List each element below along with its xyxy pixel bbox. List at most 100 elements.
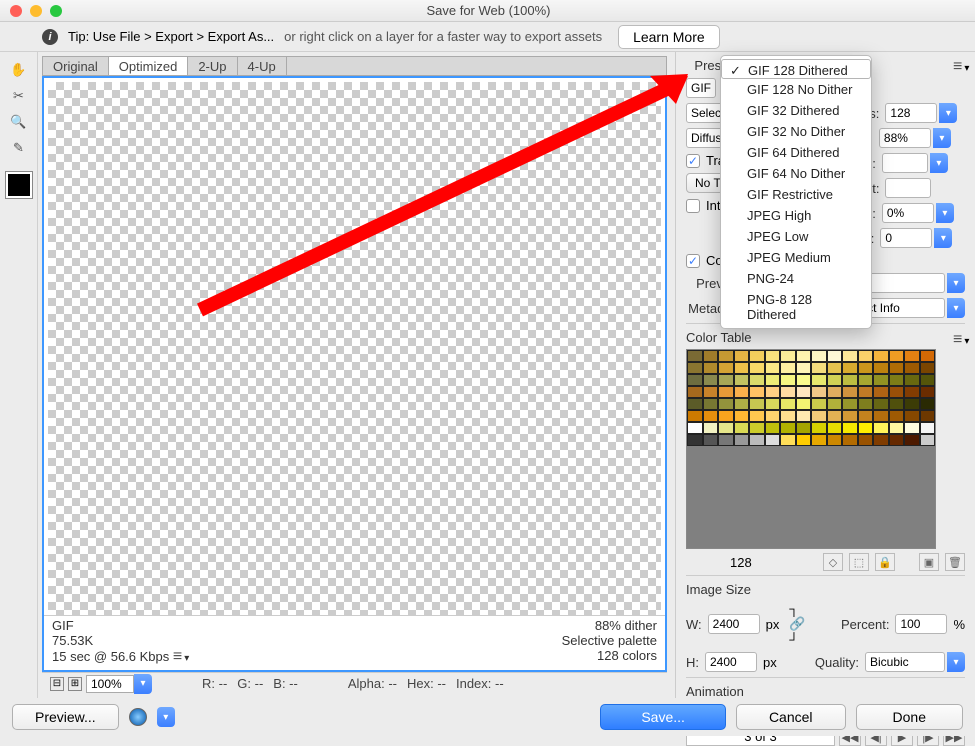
color-swatch[interactable] bbox=[780, 410, 796, 422]
color-swatch[interactable] bbox=[703, 422, 719, 434]
color-swatch[interactable] bbox=[904, 410, 920, 422]
colors-field[interactable] bbox=[885, 103, 937, 123]
color-swatch[interactable] bbox=[718, 350, 734, 362]
color-swatch[interactable] bbox=[796, 434, 812, 446]
color-swatch[interactable] bbox=[920, 374, 936, 386]
color-swatch[interactable] bbox=[734, 410, 750, 422]
color-swatch[interactable] bbox=[687, 386, 703, 398]
color-swatch[interactable] bbox=[734, 386, 750, 398]
color-swatch[interactable] bbox=[765, 434, 781, 446]
color-swatch[interactable] bbox=[827, 350, 843, 362]
preset-option[interactable]: GIF Restrictive bbox=[721, 184, 871, 205]
color-swatch[interactable] bbox=[858, 398, 874, 410]
color-swatch[interactable] bbox=[842, 350, 858, 362]
color-swatch[interactable] bbox=[687, 398, 703, 410]
cancel-button[interactable]: Cancel bbox=[736, 704, 846, 730]
color-swatch[interactable] bbox=[920, 350, 936, 362]
transparency-checkbox[interactable] bbox=[686, 154, 700, 168]
zoom-field[interactable]: 100% bbox=[86, 675, 134, 693]
color-swatch[interactable] bbox=[703, 350, 719, 362]
color-swatch[interactable] bbox=[827, 374, 843, 386]
preset-option[interactable]: GIF 128 Dithered bbox=[721, 59, 871, 79]
color-swatch[interactable] bbox=[873, 374, 889, 386]
color-swatch[interactable] bbox=[889, 410, 905, 422]
color-swatch[interactable] bbox=[811, 362, 827, 374]
lossy-stepper[interactable]: ▾ bbox=[934, 228, 952, 248]
color-swatch[interactable] bbox=[920, 362, 936, 374]
color-swatch[interactable] bbox=[765, 422, 781, 434]
color-swatch[interactable] bbox=[749, 362, 765, 374]
color-swatch[interactable] bbox=[749, 434, 765, 446]
matte-dropdown[interactable]: ▾ bbox=[930, 153, 948, 173]
color-swatch[interactable] bbox=[858, 374, 874, 386]
color-swatch[interactable] bbox=[734, 434, 750, 446]
preset-option[interactable]: JPEG Medium bbox=[721, 247, 871, 268]
color-swatch[interactable] bbox=[780, 422, 796, 434]
color-swatch[interactable] bbox=[811, 422, 827, 434]
preset-dropdown-menu[interactable]: GIF 128 DitheredGIF 128 No DitherGIF 32 … bbox=[720, 55, 872, 329]
color-swatch[interactable] bbox=[827, 398, 843, 410]
convert-srgb-checkbox[interactable] bbox=[686, 254, 700, 268]
color-swatch[interactable] bbox=[749, 350, 765, 362]
color-swatch[interactable] bbox=[904, 374, 920, 386]
color-swatch[interactable] bbox=[796, 398, 812, 410]
color-swatch[interactable] bbox=[749, 422, 765, 434]
color-swatch[interactable] bbox=[703, 410, 719, 422]
preview-canvas[interactable]: GIF 75.53K 15 sec @ 56.6 Kbps 88% dither… bbox=[42, 76, 667, 672]
color-swatch[interactable] bbox=[718, 398, 734, 410]
color-swatch[interactable] bbox=[765, 410, 781, 422]
color-swatch[interactable] bbox=[842, 374, 858, 386]
colors-stepper[interactable]: ▾ bbox=[939, 103, 957, 123]
foreground-swatch[interactable] bbox=[6, 172, 32, 198]
color-swatch[interactable] bbox=[811, 398, 827, 410]
color-swatch[interactable] bbox=[718, 374, 734, 386]
color-swatch[interactable] bbox=[827, 386, 843, 398]
color-swatch[interactable] bbox=[811, 374, 827, 386]
preset-option[interactable]: GIF 128 No Dither bbox=[721, 79, 871, 100]
color-swatch[interactable] bbox=[765, 386, 781, 398]
color-table[interactable] bbox=[686, 349, 936, 549]
websnap-field[interactable] bbox=[882, 203, 934, 223]
color-swatch[interactable] bbox=[718, 410, 734, 422]
color-swatch[interactable] bbox=[858, 362, 874, 374]
ct-trash-icon[interactable]: 🗑 bbox=[945, 553, 965, 571]
browser-preview-dropdown[interactable]: ▾ bbox=[157, 707, 175, 727]
color-swatch[interactable] bbox=[687, 434, 703, 446]
color-swatch[interactable] bbox=[780, 362, 796, 374]
color-swatch[interactable] bbox=[827, 422, 843, 434]
color-swatch[interactable] bbox=[873, 398, 889, 410]
color-swatch[interactable] bbox=[749, 398, 765, 410]
color-swatch[interactable] bbox=[734, 398, 750, 410]
zoom-tool[interactable]: 🔍 bbox=[4, 110, 34, 134]
color-swatch[interactable] bbox=[718, 386, 734, 398]
browser-preview-icon[interactable] bbox=[129, 708, 147, 726]
color-swatch[interactable] bbox=[842, 410, 858, 422]
preset-option[interactable]: JPEG Low bbox=[721, 226, 871, 247]
eyedropper-tool[interactable]: ✎ bbox=[4, 136, 34, 160]
color-swatch[interactable] bbox=[889, 398, 905, 410]
color-swatch[interactable] bbox=[780, 386, 796, 398]
color-swatch[interactable] bbox=[827, 362, 843, 374]
width-field[interactable] bbox=[708, 614, 760, 634]
color-swatch[interactable] bbox=[920, 386, 936, 398]
color-swatch[interactable] bbox=[703, 434, 719, 446]
color-swatch[interactable] bbox=[811, 350, 827, 362]
color-swatch[interactable] bbox=[904, 350, 920, 362]
color-swatch[interactable] bbox=[873, 386, 889, 398]
color-swatch[interactable] bbox=[842, 362, 858, 374]
color-swatch[interactable] bbox=[687, 374, 703, 386]
tab-optimized[interactable]: Optimized bbox=[109, 57, 189, 75]
preset-option[interactable]: PNG-24 bbox=[721, 268, 871, 289]
done-button[interactable]: Done bbox=[856, 704, 963, 730]
tab-original[interactable]: Original bbox=[43, 57, 109, 75]
color-swatch[interactable] bbox=[796, 410, 812, 422]
format-select[interactable]: GIF bbox=[686, 78, 716, 98]
color-swatch[interactable] bbox=[904, 398, 920, 410]
color-table-menu-icon[interactable] bbox=[953, 331, 967, 349]
color-swatch[interactable] bbox=[858, 350, 874, 362]
color-swatch[interactable] bbox=[904, 386, 920, 398]
dither-pct-field[interactable] bbox=[879, 128, 931, 148]
color-swatch[interactable] bbox=[889, 350, 905, 362]
color-swatch[interactable] bbox=[718, 362, 734, 374]
color-swatch[interactable] bbox=[920, 422, 936, 434]
